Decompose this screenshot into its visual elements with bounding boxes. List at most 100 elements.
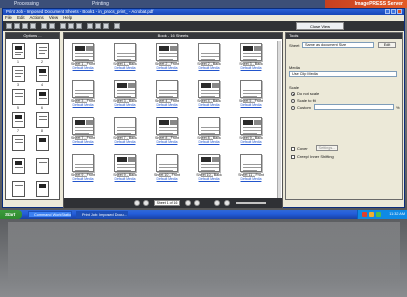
- zoom-slider[interactable]: [236, 202, 266, 204]
- start-button[interactable]: Start: [0, 210, 22, 219]
- last-page-icon[interactable]: [194, 200, 200, 206]
- tray-network-icon[interactable]: [376, 212, 381, 217]
- page-thumb[interactable]: [12, 181, 25, 197]
- sheet-media-link[interactable]: Default Media: [68, 140, 98, 144]
- cover-checkbox[interactable]: [291, 147, 295, 151]
- zoom-in-icon[interactable]: [224, 200, 230, 206]
- vertical-scrollbar[interactable]: [277, 41, 281, 199]
- sheet-thumbnail[interactable]: Sheet 10 - Back Default Media: [194, 154, 224, 184]
- page-thumb[interactable]: [36, 43, 49, 59]
- sheet-media-link[interactable]: Default Media: [152, 103, 182, 107]
- paste-icon[interactable]: [76, 23, 82, 29]
- sheet-thumbnail[interactable]: Sheet 4 - Front Default Media: [152, 80, 182, 110]
- sheet-media-link[interactable]: Default Media: [236, 140, 266, 144]
- page-thumb[interactable]: [36, 66, 49, 82]
- sheet-media-link[interactable]: Default Media: [236, 177, 266, 181]
- tab-processing[interactable]: Processing: [14, 0, 39, 8]
- minimize-icon[interactable]: [385, 9, 390, 14]
- zoom-out-icon[interactable]: [214, 200, 220, 206]
- copy-icon[interactable]: [68, 23, 74, 29]
- sheet-thumbnail[interactable]: Sheet 8 - Back Default Media: [194, 117, 224, 147]
- sheet-thumbnail[interactable]: Sheet 8 - Front Default Media: [152, 117, 182, 147]
- do-not-scale-radio[interactable]: [291, 92, 295, 96]
- page-thumb[interactable]: [36, 89, 49, 105]
- sheet-media-link[interactable]: Default Media: [110, 140, 140, 144]
- edit-button[interactable]: Edit: [378, 42, 396, 48]
- sheet-thumbnail[interactable]: Sheet 2 - Back Default Media: [194, 43, 224, 73]
- page-thumb[interactable]: [12, 89, 25, 105]
- tray-app-icon[interactable]: [362, 212, 367, 217]
- sheet-thumbnail[interactable]: Sheet 11 - Front Default Media: [236, 154, 266, 184]
- menu-file[interactable]: File: [5, 15, 12, 20]
- open-icon[interactable]: [14, 23, 20, 29]
- close-view-button[interactable]: Close View: [296, 22, 344, 30]
- next-page-icon[interactable]: [185, 200, 191, 206]
- page-thumb[interactable]: [36, 181, 49, 197]
- sheet-size-select[interactable]: Same as document Size: [302, 42, 374, 48]
- sheet-thumbnail[interactable]: Sheet 9 - Front Default Media: [68, 154, 98, 184]
- task-print-job[interactable]: Print Job: Imposed Docu...: [76, 211, 128, 218]
- page-thumb[interactable]: [12, 158, 25, 174]
- new-icon[interactable]: [6, 23, 12, 29]
- sheet-thumbnail[interactable]: Sheet 10 - Front Default Media: [152, 154, 182, 184]
- sheet-media-link[interactable]: Default Media: [236, 103, 266, 107]
- sheet-thumbnail[interactable]: Sheet 5 - Front Default Media: [236, 80, 266, 110]
- sheet-media-link[interactable]: Default Media: [194, 103, 224, 107]
- custom-scale-radio[interactable]: [291, 106, 295, 110]
- menu-edit[interactable]: Edit: [17, 15, 24, 20]
- sheet-selector[interactable]: Sheet 1 of 16: [154, 200, 180, 206]
- menu-help[interactable]: Help: [63, 15, 72, 20]
- sheet-media-link[interactable]: Default Media: [194, 66, 224, 70]
- zoom-icon[interactable]: [114, 23, 120, 29]
- sheet-thumbnail[interactable]: Sheet 1 - Back Default Media: [110, 43, 140, 73]
- sheet-thumbnail[interactable]: Sheet 4 - Back Default Media: [194, 80, 224, 110]
- sheet-media-link[interactable]: Default Media: [110, 177, 140, 181]
- save-icon[interactable]: [22, 23, 28, 29]
- first-page-icon[interactable]: [134, 200, 140, 206]
- sheet-thumbnail[interactable]: Sheet 9 - Back Default Media: [110, 154, 140, 184]
- page-thumb[interactable]: [12, 66, 25, 82]
- custom-scale-input[interactable]: [314, 104, 394, 110]
- sheet-thumbnail[interactable]: Sheet 3 - Back Default Media: [110, 80, 140, 110]
- redo-icon[interactable]: [49, 23, 55, 29]
- creep-checkbox[interactable]: [291, 155, 295, 159]
- page-thumb[interactable]: [12, 43, 25, 59]
- undo-icon[interactable]: [41, 23, 47, 29]
- print-icon[interactable]: [30, 23, 36, 29]
- sheet-thumbnail[interactable]: Sheet 7 - Back Default Media: [110, 117, 140, 147]
- sheet-thumbnail[interactable]: Sheet 9 - Back Default Media: [236, 117, 266, 147]
- sheet-media-link[interactable]: Default Media: [194, 140, 224, 144]
- sheet-media-link[interactable]: Default Media: [110, 66, 140, 70]
- sheet-media-link[interactable]: Default Media: [152, 140, 182, 144]
- page-thumb[interactable]: [12, 135, 25, 151]
- left-pane-header[interactable]: Options ...: [6, 33, 59, 39]
- sheet-thumbnail[interactable]: Sheet 1 - Front Default Media: [68, 43, 98, 73]
- sheet-media-link[interactable]: Default Media: [152, 177, 182, 181]
- impose-icon[interactable]: [95, 23, 101, 29]
- menu-view[interactable]: View: [49, 15, 58, 20]
- sheet-media-link[interactable]: Default Media: [236, 66, 266, 70]
- sheet-thumbnail[interactable]: Sheet 2 - Front Default Media: [152, 43, 182, 73]
- menu-actions[interactable]: Actions: [30, 15, 44, 20]
- page-thumb[interactable]: [36, 158, 49, 174]
- scale-to-fit-radio[interactable]: [291, 99, 295, 103]
- cover-settings-button[interactable]: Settings...: [316, 145, 338, 151]
- prev-page-icon[interactable]: [143, 200, 149, 206]
- media-select[interactable]: Use Clip Media: [289, 71, 397, 77]
- layout-icon[interactable]: [103, 23, 109, 29]
- sheet-media-link[interactable]: Default Media: [68, 103, 98, 107]
- page-thumb[interactable]: [12, 112, 25, 128]
- sheet-thumbnail[interactable]: Sheet 7 - Front Default Media: [68, 117, 98, 147]
- sheet-thumbnail[interactable]: Sheet 3 - Front Default Media: [68, 80, 98, 110]
- sheet-thumbnail[interactable]: Sheet 3 - Back Default Media: [236, 43, 266, 73]
- task-command-workstation[interactable]: Command WorkStation: [28, 211, 72, 218]
- sheet-media-link[interactable]: Default Media: [152, 66, 182, 70]
- page-thumb[interactable]: [36, 112, 49, 128]
- cut-icon[interactable]: [60, 23, 66, 29]
- tray-warning-icon[interactable]: [369, 212, 374, 217]
- maximize-icon[interactable]: [391, 9, 396, 14]
- page-thumb[interactable]: [36, 135, 49, 151]
- sheet-media-link[interactable]: Default Media: [68, 66, 98, 70]
- sheet-media-link[interactable]: Default Media: [110, 103, 140, 107]
- preview-icon[interactable]: [87, 23, 93, 29]
